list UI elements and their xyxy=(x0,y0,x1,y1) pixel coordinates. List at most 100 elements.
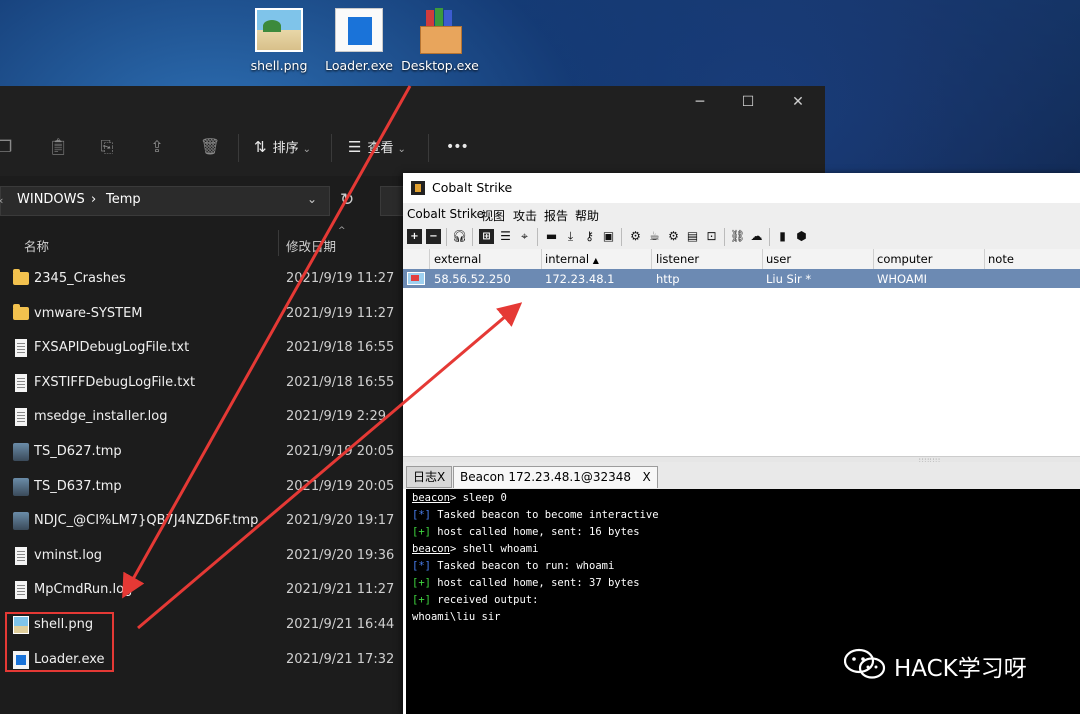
column-user[interactable]: user xyxy=(766,252,791,266)
explorer-titlebar: ─ ☐ ✕ xyxy=(0,86,825,120)
cell-external: 58.56.52.250 xyxy=(434,272,511,286)
console-tag: [*] xyxy=(412,509,431,521)
sessions-table-empty-area xyxy=(403,288,1080,456)
maximize-icon[interactable]: ☐ xyxy=(738,94,758,110)
tab-beacon[interactable]: Beacon 172.23.48.1@32348 X xyxy=(453,466,658,488)
breadcrumb-overflow-icon[interactable]: ‹ xyxy=(0,194,3,207)
sessions-table-header: external internal ▲ listener user comput… xyxy=(403,249,1080,270)
console-text: received output: xyxy=(430,594,539,606)
file-row[interactable]: FXSAPIDebugLogFile.txt 2021/9/18 16:55 xyxy=(0,331,403,365)
rename-icon[interactable]: ⎘ xyxy=(98,138,116,156)
file-modified-date: 2021/9/19 2:29 xyxy=(286,409,386,425)
explorer-toolbar: ❐ 📋︎ ⎘ ⇪ 🗑︎ ⇅ 排序 ⌄ ☰ 查看 ⌄ ••• xyxy=(0,120,825,177)
more-options-button[interactable]: ••• xyxy=(446,137,469,157)
view-button[interactable]: ☰ 查看 ⌄ xyxy=(348,137,406,157)
file-name: vmware-SYSTEM xyxy=(34,305,143,321)
chevron-down-icon[interactable]: ⌄ xyxy=(307,192,317,206)
desktop-icon-loader-exe[interactable]: Loader.exe xyxy=(319,8,399,73)
chevron-down-icon: ⌄ xyxy=(397,144,406,155)
file-row[interactable]: vminst.log 2021/9/20 19:36 xyxy=(0,539,403,573)
copy-icon[interactable]: ❐ xyxy=(0,138,14,156)
menu-reporting[interactable]: 报告 xyxy=(544,207,568,224)
column-note[interactable]: note xyxy=(988,252,1014,266)
file-modified-date: 2021/9/21 11:27 xyxy=(286,582,395,598)
minimize-icon[interactable]: ─ xyxy=(690,94,710,110)
menu-help[interactable]: 帮助 xyxy=(575,207,599,224)
file-modified-date: 2021/9/18 16:55 xyxy=(286,340,395,356)
document-icon[interactable]: ▤ xyxy=(685,229,700,244)
desktop-icon-desktop-exe[interactable]: Desktop.exe xyxy=(400,8,480,73)
column-header-name[interactable]: 名称 xyxy=(24,236,49,255)
cube-icon[interactable]: ⬢ xyxy=(794,229,809,244)
cs-titlebar: Cobalt Strike xyxy=(403,173,1080,203)
breadcrumb-temp[interactable]: Temp xyxy=(106,192,141,207)
cs-toolbar: + − 🎧︎ ⊞ ☰ ⌖ ▬ ⤓ ⚷ ▣ ⚙ ☕︎ ⚙ ▤ ⊡ ⛓ ☁ ▮ ⬢ xyxy=(403,225,1080,250)
menu-cobalt-strike[interactable]: Cobalt Strike xyxy=(407,207,484,221)
console-text: whoami\liu sir xyxy=(412,611,501,623)
file-modified-date: 2021/9/19 11:27 xyxy=(286,271,395,286)
view-list-icon: ☰ xyxy=(348,138,362,156)
file-row[interactable]: MpCmdRun.log 2021/9/21 11:27 xyxy=(0,573,403,607)
file-name: vminst.log xyxy=(34,547,103,563)
console-line: beacon> shell whoami xyxy=(412,543,538,555)
menu-attacks[interactable]: 攻击 xyxy=(513,207,537,224)
web-drive-by-icon[interactable]: ⚙ xyxy=(666,229,681,244)
downloads-icon[interactable]: ⤓ xyxy=(563,229,578,244)
screenshots-icon[interactable]: ▣ xyxy=(601,229,616,244)
key-icon[interactable]: ⚷ xyxy=(582,229,597,244)
text-file-icon xyxy=(15,581,27,600)
targets-crosshair-icon[interactable]: ⌖ xyxy=(517,229,532,244)
address-input[interactable]: ‹ WINDOWS › Temp ⌄ xyxy=(0,186,330,216)
session-table-icon[interactable]: ☰ xyxy=(498,229,513,244)
connect-icon[interactable]: + xyxy=(407,229,422,244)
menu-view[interactable]: 视图 xyxy=(481,207,505,224)
session-row[interactable]: 58.56.52.250 172.23.48.1 http Liu Sir * … xyxy=(403,269,1080,288)
console-icon[interactable]: ⊡ xyxy=(704,229,719,244)
desktop-icon-shell-png[interactable]: shell.png xyxy=(239,8,319,73)
folder-icon xyxy=(13,269,29,285)
cloud-icon[interactable]: ☁ xyxy=(749,229,764,244)
cell-internal: 172.23.48.1 xyxy=(545,272,615,286)
console-line: beacon> sleep 0 xyxy=(412,492,507,504)
help-book-icon[interactable]: ▮ xyxy=(775,229,790,244)
chevron-down-icon: ⌄ xyxy=(302,144,311,155)
pivot-graph-icon[interactable]: ⊞ xyxy=(479,229,494,244)
coffee-cup-icon[interactable]: ☕︎ xyxy=(647,229,662,244)
file-row[interactable]: TS_D637.tmp 2021/9/19 20:05 xyxy=(0,470,403,504)
share-icon[interactable]: ⇪ xyxy=(148,138,166,156)
console-tag: [*] xyxy=(412,560,431,572)
text-file-icon xyxy=(15,339,27,358)
credentials-icon[interactable]: ▬ xyxy=(544,229,559,244)
breadcrumb-windows[interactable]: WINDOWS xyxy=(17,192,85,207)
disconnect-icon[interactable]: − xyxy=(426,229,441,244)
breadcrumb-separator-icon: › xyxy=(91,192,97,207)
column-listener[interactable]: listener xyxy=(656,252,699,266)
settings-gear-icon[interactable]: ⚙ xyxy=(628,229,643,244)
file-row[interactable]: msedge_installer.log 2021/9/19 2:29 xyxy=(0,400,403,434)
file-row[interactable]: vmware-SYSTEM 2021/9/19 11:27 xyxy=(0,297,403,331)
column-internal[interactable]: internal ▲ xyxy=(545,252,599,266)
console-tag: [+] xyxy=(412,594,431,606)
listeners-headphones-icon[interactable]: 🎧︎ xyxy=(452,229,467,244)
executable-icon xyxy=(335,8,383,52)
file-row[interactable]: NDJC_@CI%LM7}QB7J4NZD6F.tmp 2021/9/20 19:… xyxy=(0,504,403,538)
refresh-icon[interactable]: ↻ xyxy=(340,190,354,210)
console-prompt: beacon xyxy=(412,543,450,555)
column-computer[interactable]: computer xyxy=(877,252,932,266)
console-line: [+] host called home, sent: 37 bytes xyxy=(412,577,640,589)
link-icon[interactable]: ⛓ xyxy=(730,229,745,244)
column-external[interactable]: external xyxy=(434,252,481,266)
paste-icon[interactable]: 📋︎ xyxy=(48,138,68,156)
sort-button[interactable]: ⇅ 排序 ⌄ xyxy=(254,137,311,157)
file-row[interactable]: FXSTIFFDebugLogFile.txt 2021/9/18 16:55 xyxy=(0,366,403,400)
delete-icon[interactable]: 🗑︎ xyxy=(200,138,220,156)
highlight-annotation-box xyxy=(5,612,114,672)
close-tab-icon[interactable]: X xyxy=(642,470,650,484)
column-header-date[interactable]: 修改日期 xyxy=(286,236,336,255)
file-modified-date: 2021/9/20 19:36 xyxy=(286,547,395,563)
console-text: Tasked beacon to run: whoami xyxy=(430,560,615,572)
close-icon[interactable]: ✕ xyxy=(788,94,808,110)
file-row[interactable]: TS_D627.tmp 2021/9/19 20:05 xyxy=(0,435,403,469)
tab-event-log[interactable]: 日志X xyxy=(406,466,453,488)
file-row[interactable]: 2345_Crashes 2021/9/19 11:27 xyxy=(0,262,403,296)
